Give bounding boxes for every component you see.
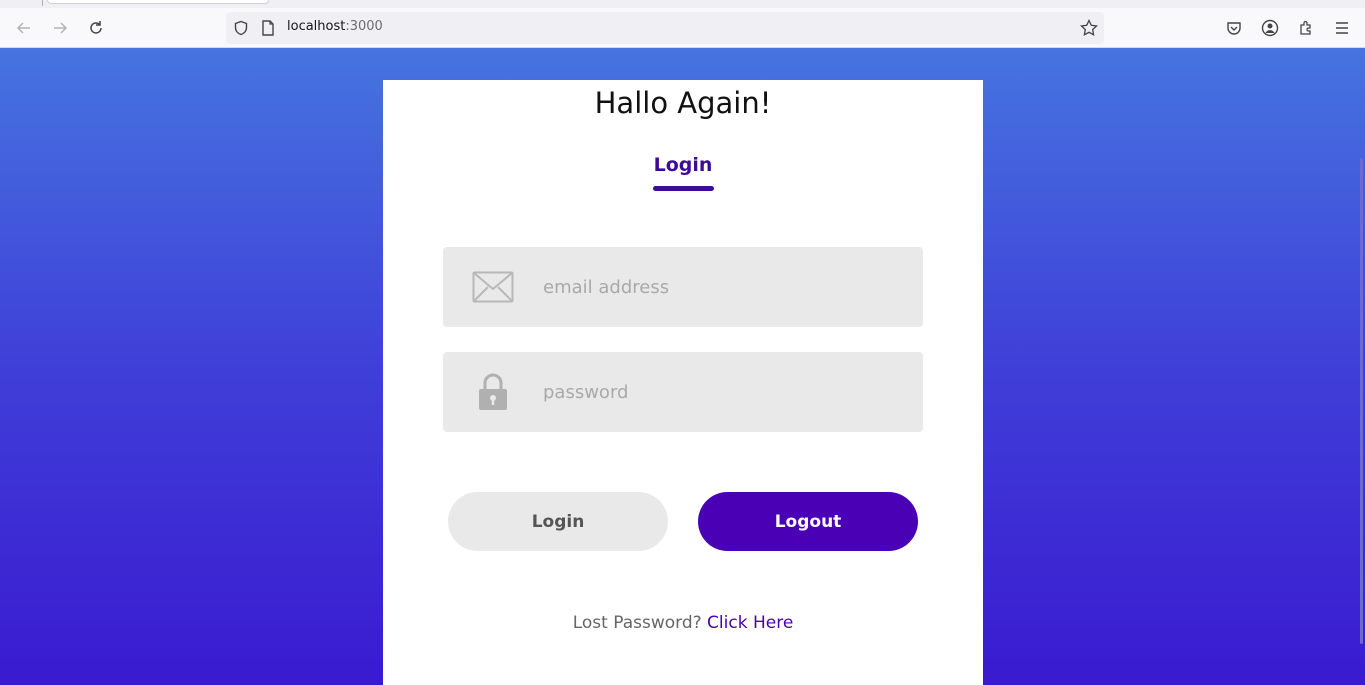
page-title: Hallo Again! — [594, 86, 772, 120]
tab-login[interactable]: Login — [633, 154, 733, 176]
scrollbar[interactable] — [1360, 158, 1363, 644]
browser-toolbar: localhost:3000 — [0, 8, 1365, 48]
extensions-icon[interactable] — [1294, 16, 1318, 40]
shield-icon[interactable] — [231, 18, 251, 38]
password-input[interactable] — [543, 372, 903, 412]
url-bar[interactable]: localhost:3000 — [226, 12, 1104, 44]
login-card: Hallo Again! Login Login Logout Lost Pas… — [383, 80, 983, 685]
page-viewport: Hallo Again! Login Login Logout Lost Pas… — [0, 48, 1365, 685]
bookmark-star-icon[interactable] — [1079, 18, 1099, 38]
logout-button[interactable]: Logout — [698, 492, 918, 551]
menu-icon[interactable] — [1330, 16, 1354, 40]
active-tab[interactable] — [47, 0, 269, 4]
page-icon[interactable] — [258, 18, 278, 38]
envelope-icon — [471, 267, 515, 307]
lost-password-row: Lost Password? Click Here — [383, 613, 983, 633]
click-here-link[interactable]: Click Here — [707, 613, 793, 633]
tab-strip — [0, 0, 1365, 8]
url-port: :3000 — [345, 19, 383, 34]
lock-icon — [471, 372, 515, 412]
reload-icon[interactable] — [84, 16, 108, 40]
lost-password-text: Lost Password? — [572, 613, 702, 633]
url-text[interactable]: localhost:3000 — [287, 19, 383, 34]
tab-divider — [42, 0, 43, 6]
forward-arrow-icon[interactable] — [48, 16, 72, 40]
account-icon[interactable] — [1258, 16, 1282, 40]
tab-underline — [653, 186, 714, 191]
back-arrow-icon[interactable] — [12, 16, 36, 40]
password-field[interactable] — [443, 352, 923, 432]
url-host: localhost — [287, 19, 346, 34]
email-field[interactable] — [443, 247, 923, 327]
login-button[interactable]: Login — [448, 492, 668, 551]
pocket-icon[interactable] — [1222, 16, 1246, 40]
email-input[interactable] — [543, 267, 903, 307]
